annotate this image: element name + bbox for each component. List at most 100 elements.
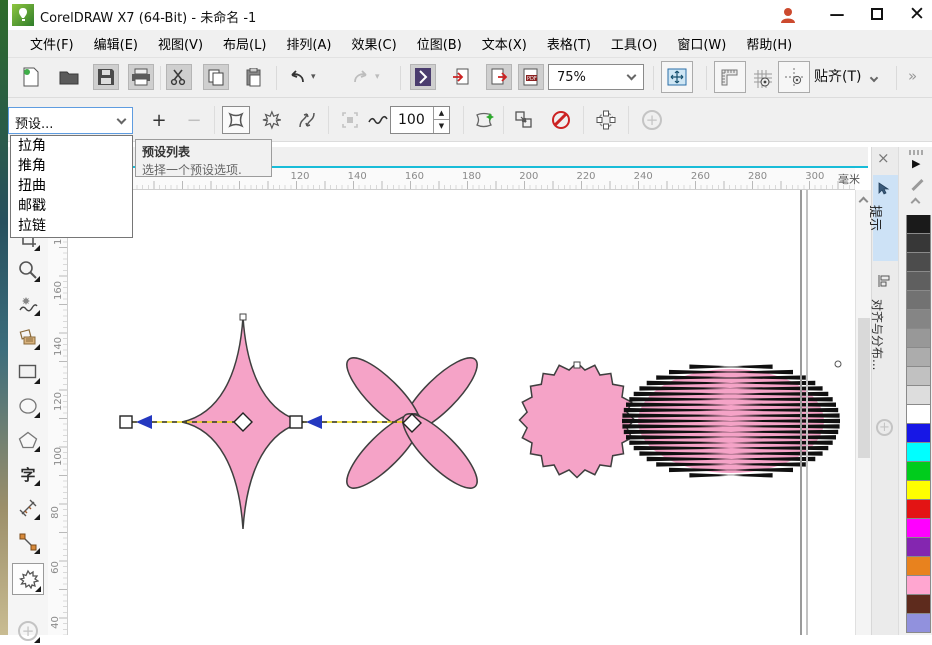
toolbar-overflow-button[interactable]: » (908, 67, 917, 85)
palette-swatch[interactable] (906, 519, 931, 538)
menu-item[interactable]: 工具(O) (601, 30, 667, 57)
menu-item[interactable]: 位图(B) (407, 30, 472, 57)
close-button[interactable]: ✕ (900, 0, 932, 28)
docker-close-button[interactable]: × (877, 149, 890, 167)
preset-list-combobox[interactable]: 预设... (8, 107, 133, 134)
palette-expand-icon[interactable]: ▶ (912, 157, 920, 170)
ellipse-tool[interactable] (14, 392, 42, 420)
menu-item[interactable]: 文件(F) (20, 30, 84, 57)
menu-item[interactable]: 效果(C) (341, 30, 406, 57)
undo-dropdown-arrow[interactable]: ▾ (311, 72, 316, 82)
new-document-button[interactable] (18, 64, 44, 90)
cut-button[interactable] (166, 64, 192, 90)
delete-preset-button[interactable]: − (180, 106, 208, 134)
docker-tab-align-distribute[interactable]: 对齐与分布... (870, 267, 898, 417)
palette-swatch[interactable] (906, 367, 931, 386)
palette-swatch[interactable] (906, 253, 931, 272)
undo-button[interactable] (284, 64, 310, 90)
save-button[interactable] (93, 64, 119, 90)
copy-distortion-button[interactable] (510, 106, 538, 134)
toolbox-quick-customize-button[interactable]: + (14, 617, 42, 645)
connector-tool[interactable] (14, 528, 42, 556)
twister-distortion-button[interactable] (293, 106, 321, 134)
spin-down-icon[interactable]: ▼ (434, 120, 449, 133)
vertical-ruler[interactable]: 180160140120100806040 (48, 190, 68, 635)
palette-swatch[interactable] (906, 386, 931, 405)
view-rulers-button[interactable] (714, 61, 746, 93)
palette-swatch[interactable] (906, 481, 931, 500)
vertical-scrollbar[interactable] (855, 190, 871, 635)
freehand-tool[interactable] (14, 290, 42, 318)
palette-swatch[interactable] (906, 500, 931, 519)
palette-swatch[interactable] (906, 405, 931, 424)
parallel-dimension-tool[interactable] (14, 494, 42, 522)
palette-swatch[interactable] (906, 234, 931, 253)
snap-to-menu-button[interactable]: 贴齐(T) (814, 66, 879, 86)
palette-swatch[interactable] (906, 576, 931, 595)
import-button[interactable] (448, 64, 474, 90)
palette-swatch[interactable] (906, 557, 931, 576)
artistic-media-tool[interactable] (14, 324, 42, 352)
new-distortion-button[interactable] (471, 106, 499, 134)
palette-swatch[interactable] (906, 462, 931, 481)
publish-pdf-button[interactable]: PDF (518, 64, 544, 90)
open-folder-button[interactable] (56, 64, 82, 90)
menu-item[interactable]: 排列(A) (276, 30, 341, 57)
palette-swatch[interactable] (906, 272, 931, 291)
preset-dropdown-item[interactable]: 拉链 (11, 216, 132, 236)
menu-item[interactable]: 表格(T) (537, 30, 601, 57)
zoom-level-combobox[interactable]: 75% (548, 64, 644, 90)
preset-dropdown-item[interactable]: 邮戳 (11, 196, 132, 216)
user-account-icon[interactable] (778, 5, 798, 25)
palette-swatch[interactable] (906, 215, 931, 234)
amplitude-spinbox[interactable]: 100 ▲ ▼ (390, 106, 450, 134)
rectangle-tool[interactable] (14, 358, 42, 386)
push-pull-distortion-button[interactable] (222, 106, 250, 134)
redo-button[interactable] (348, 64, 374, 90)
copy-button[interactable] (203, 64, 229, 90)
palette-swatch[interactable] (906, 538, 931, 557)
palette-swatch[interactable] (906, 329, 931, 348)
menu-item[interactable]: 编辑(E) (84, 30, 148, 57)
fullscreen-preview-button[interactable] (661, 61, 693, 93)
spin-up-icon[interactable]: ▲ (434, 107, 449, 120)
eyedropper-icon[interactable] (910, 177, 924, 192)
clear-distortion-button[interactable] (547, 106, 575, 134)
view-grid-button[interactable] (750, 66, 776, 92)
text-tool[interactable]: 字 (14, 460, 42, 488)
drawing-canvas[interactable] (68, 190, 855, 635)
preset-dropdown-item[interactable]: 推角 (11, 156, 132, 176)
minimize-button[interactable]: — (820, 0, 854, 28)
paste-button[interactable] (241, 64, 267, 90)
maximize-button[interactable] (860, 0, 894, 28)
menu-item[interactable]: 文本(X) (472, 30, 537, 57)
palette-swatch[interactable] (906, 348, 931, 367)
redo-dropdown-arrow[interactable]: ▾ (375, 72, 380, 82)
palette-swatch[interactable] (906, 291, 931, 310)
print-button[interactable] (128, 64, 154, 90)
zoom-tool[interactable] (14, 256, 42, 284)
quick-customize-propbar-button[interactable]: + (638, 106, 666, 134)
view-guidelines-button[interactable] (778, 61, 810, 93)
menu-item[interactable]: 帮助(H) (736, 30, 802, 57)
palette-grip-handle[interactable] (909, 150, 925, 155)
menu-item[interactable]: 视图(V) (148, 30, 213, 57)
polygon-tool[interactable] (14, 426, 42, 454)
palette-swatch[interactable] (906, 443, 931, 462)
launch-app-button[interactable] (410, 64, 436, 90)
menu-item[interactable]: 窗口(W) (667, 30, 736, 57)
preset-dropdown-item[interactable]: 扭曲 (11, 176, 132, 196)
palette-swatch[interactable] (906, 424, 931, 443)
menu-item[interactable]: 布局(L) (213, 30, 276, 57)
palette-swatch[interactable] (906, 614, 931, 633)
export-button[interactable] (486, 64, 512, 90)
center-distortion-button[interactable] (336, 106, 364, 134)
zipper-distortion-button[interactable] (258, 106, 286, 134)
preset-dropdown-item[interactable]: 拉角 (11, 136, 132, 156)
palette-swatch[interactable] (906, 310, 931, 329)
docker-quick-customize-button[interactable]: + (876, 419, 893, 436)
docker-tab-hints[interactable]: 提示 (867, 175, 898, 261)
palette-scroll-up-icon[interactable] (910, 197, 921, 208)
add-preset-button[interactable]: + (145, 106, 173, 134)
convert-to-curves-button[interactable] (592, 106, 620, 134)
